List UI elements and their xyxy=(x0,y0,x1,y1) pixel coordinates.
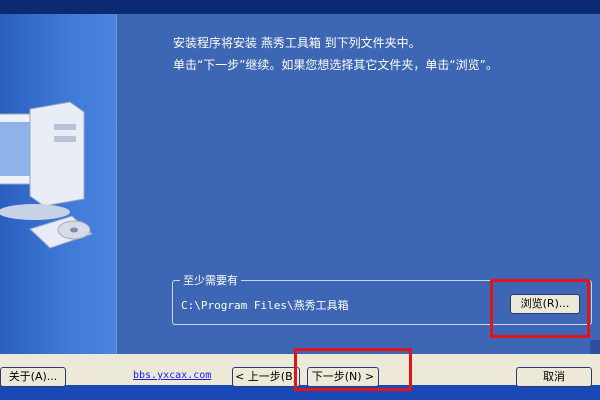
destination-path: C:\Program Files\燕秀工具箱 xyxy=(181,299,349,312)
next-highlight-box xyxy=(294,348,412,391)
title-bar xyxy=(0,0,600,14)
installer-side-panel xyxy=(0,14,117,354)
instruction-line-2: 单击“下一步”继续。如果您想选择其它文件夹，单击“浏览”。 xyxy=(173,58,498,72)
website-link[interactable]: bbs.yxcax.com xyxy=(133,370,211,381)
browse-highlight-box xyxy=(490,279,590,338)
cancel-button[interactable]: 取消 xyxy=(516,367,592,387)
instruction-line-1: 安装程序将安装 燕秀工具箱 到下列文件夹中。 xyxy=(173,36,421,50)
computer-icon xyxy=(0,101,93,249)
about-button[interactable]: 关于(A)... xyxy=(0,367,66,387)
destination-group-label: 至少需要有 xyxy=(180,272,241,288)
back-button[interactable]: < 上一步(B) xyxy=(232,367,300,387)
